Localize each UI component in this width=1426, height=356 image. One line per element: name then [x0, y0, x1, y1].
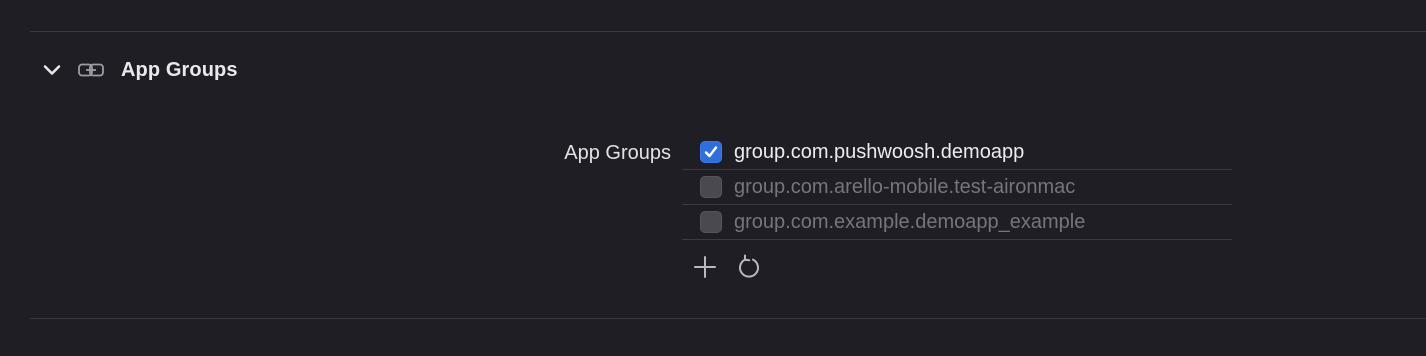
app-groups-field-label: App Groups — [564, 142, 671, 164]
checkmark-icon — [704, 146, 718, 158]
refresh-groups-button[interactable] — [734, 252, 764, 282]
group-checkbox[interactable] — [700, 141, 722, 163]
link-icon — [78, 56, 104, 84]
group-identifier: group.com.example.demoapp_example — [734, 210, 1086, 233]
group-row[interactable]: group.com.arello-mobile.test-aironmac — [682, 170, 1232, 205]
app-groups-list: group.com.pushwoosh.demoapp group.com.ar… — [682, 135, 1232, 240]
group-identifier: group.com.arello-mobile.test-aironmac — [734, 175, 1076, 198]
group-identifier: group.com.pushwoosh.demoapp — [734, 140, 1025, 163]
chevron-down-icon[interactable] — [40, 56, 64, 84]
top-divider — [30, 31, 1426, 32]
bottom-divider — [30, 318, 1426, 319]
group-checkbox[interactable] — [700, 211, 722, 233]
add-group-button[interactable] — [690, 252, 720, 282]
refresh-icon — [739, 254, 759, 278]
list-actions — [690, 252, 764, 282]
group-row[interactable]: group.com.example.demoapp_example — [682, 205, 1232, 240]
group-checkbox[interactable] — [700, 176, 722, 198]
plus-icon — [694, 256, 716, 278]
group-row[interactable]: group.com.pushwoosh.demoapp — [682, 135, 1232, 170]
section-title: App Groups — [121, 58, 238, 81]
app-groups-section-header: App Groups — [40, 56, 238, 84]
capabilities-panel: App Groups App Groups group.com.pushwoos… — [0, 0, 1426, 356]
